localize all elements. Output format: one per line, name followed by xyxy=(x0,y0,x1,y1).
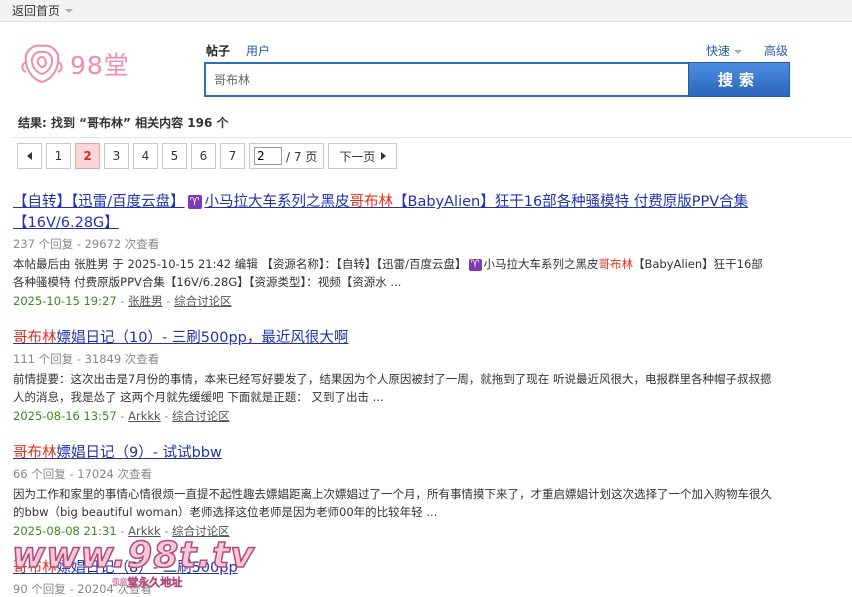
post-date: 2025-08-16 13:57 xyxy=(13,409,117,423)
page-jump-input[interactable] xyxy=(254,147,282,165)
top-bar: 返回首页 xyxy=(0,0,852,22)
page-6[interactable]: 6 xyxy=(191,143,216,169)
back-home-link[interactable]: 返回首页 xyxy=(12,2,60,19)
snippet-text: 小马拉大车系列之黑皮 xyxy=(483,257,599,271)
result-title-link[interactable]: 哥布林嫖娼日记（10）- 三刷500pp，最近风很大啊 xyxy=(13,328,773,349)
rose-logo-icon xyxy=(21,44,63,83)
title-highlight: 哥布林 xyxy=(349,194,394,210)
page-2-current[interactable]: 2 xyxy=(75,143,100,169)
tab-users[interactable]: 用户 xyxy=(246,42,270,59)
result-item: 哥布林嫖娼日记（9）- 试试bbw 66 个回复 - 17024 次查看 因为工… xyxy=(13,443,773,540)
tab-posts[interactable]: 帖子 xyxy=(206,42,230,59)
site-watermark-subtitle: 98堂永久地址 xyxy=(112,576,183,589)
next-page-label: 下一页 xyxy=(339,149,376,164)
result-title-link[interactable]: 【自转】【迅雷/百度云盘】 ♈ 小马拉大车系列之黑皮哥布林【BabyAlien】狂干… xyxy=(13,192,773,234)
logo-text: 98堂 xyxy=(70,51,130,80)
result-snippet: 本帖最后由 张胜男 于 2025-10-15 21:42 编辑 【资源名称】：【… xyxy=(13,255,773,291)
title-highlight: 哥布林 xyxy=(13,445,57,461)
result-footer: 2025-08-16 13:57 - Arkkk - 综合讨论区 xyxy=(13,407,773,425)
result-item: 哥布林嫖娼日记（10）- 三刷500pp，最近风很大啊 111 个回复 - 31… xyxy=(13,328,773,425)
page-3[interactable]: 3 xyxy=(104,143,129,169)
author-link[interactable]: 张胜男 xyxy=(128,294,163,308)
aries-icon: ♈ xyxy=(187,195,202,209)
page-total-label: / 7 页 xyxy=(286,149,318,164)
separator: - xyxy=(116,409,129,423)
site-logo[interactable]: 98堂 xyxy=(18,42,130,86)
result-meta: 237 个回复 - 29672 次查看 xyxy=(13,237,160,251)
title-text: 嫖娼日记（10）- 三刷500pp，最近风很大啊 xyxy=(56,330,349,346)
results-summary: 结果: 找到 “哥布林” 相关内容 196 个 xyxy=(12,108,852,138)
result-meta: 111 个回复 - 31849 次查看 xyxy=(13,352,160,366)
search-button[interactable]: 搜索 xyxy=(688,62,790,97)
post-date: 2025-10-15 19:27 xyxy=(13,294,117,308)
result-meta: 66 个回复 - 17024 次查看 xyxy=(13,467,152,481)
page-5[interactable]: 5 xyxy=(162,143,187,169)
result-title-link[interactable]: 哥布林嫖娼日记（9）- 试试bbw xyxy=(13,443,773,464)
aries-icon: ♈ xyxy=(468,258,482,271)
page-1[interactable]: 1 xyxy=(46,143,71,169)
title-text: 【自转】【迅雷/百度云盘】 xyxy=(13,194,185,210)
chevron-down-icon[interactable] xyxy=(65,8,74,13)
site-watermark: www.98t.tv xyxy=(11,534,255,577)
advanced-search-link[interactable]: 高级 xyxy=(764,42,788,59)
author-link[interactable]: Arkkk xyxy=(128,409,161,423)
separator: - xyxy=(162,294,175,308)
separator: - xyxy=(116,294,129,308)
title-highlight: 哥布林 xyxy=(13,330,57,346)
pagination: 1 2 3 4 5 6 7 / 7 页 下一页 xyxy=(17,143,398,169)
next-page-button[interactable]: 下一页 xyxy=(328,143,398,169)
result-snippet: 因为工作和家里的事情心情很烦一直提不起性趣去嫖娼距离上次嫖娼过了一个月，所有事情… xyxy=(13,487,772,519)
chevron-down-icon xyxy=(733,49,742,54)
page-jump: / 7 页 xyxy=(249,143,325,169)
snippet-text: 本帖最后由 张胜男 于 2025-10-15 21:42 编辑 【资源名称】：【… xyxy=(13,257,467,271)
quick-search-label: 快速 xyxy=(705,44,730,58)
result-snippet: 前情提要：这次出击是7月份的事情，本来已经写好要发了，结果因为个人原因被封了一周… xyxy=(13,372,772,404)
chevron-right-icon xyxy=(381,152,387,160)
quick-search-dropdown[interactable]: 快速 xyxy=(706,42,742,59)
page-7[interactable]: 7 xyxy=(220,143,245,169)
search-type-tabs: 帖子 用户 xyxy=(206,42,270,59)
prev-page-button[interactable] xyxy=(17,143,42,169)
snippet-highlight: 哥布林 xyxy=(598,257,634,271)
search-box xyxy=(204,62,690,97)
result-item: 【自转】【迅雷/百度云盘】 ♈ 小马拉大车系列之黑皮哥布林【BabyAlien】狂干… xyxy=(13,192,773,310)
result-footer: 2025-10-15 19:27 - 张胜男 - 综合讨论区 xyxy=(13,292,773,310)
title-text: 嫖娼日记（9）- 试试bbw xyxy=(56,445,222,461)
page-4[interactable]: 4 xyxy=(133,143,158,169)
forum-link[interactable]: 综合讨论区 xyxy=(174,294,232,308)
chevron-left-icon xyxy=(27,152,32,160)
header: 98堂 帖子 用户 快速 高级 搜索 xyxy=(0,22,852,108)
separator: - xyxy=(160,409,173,423)
forum-link[interactable]: 综合讨论区 xyxy=(172,409,230,423)
title-text: 小马拉大车系列之黑皮 xyxy=(204,194,350,210)
search-options: 快速 高级 xyxy=(706,42,788,59)
search-input[interactable] xyxy=(206,64,690,95)
